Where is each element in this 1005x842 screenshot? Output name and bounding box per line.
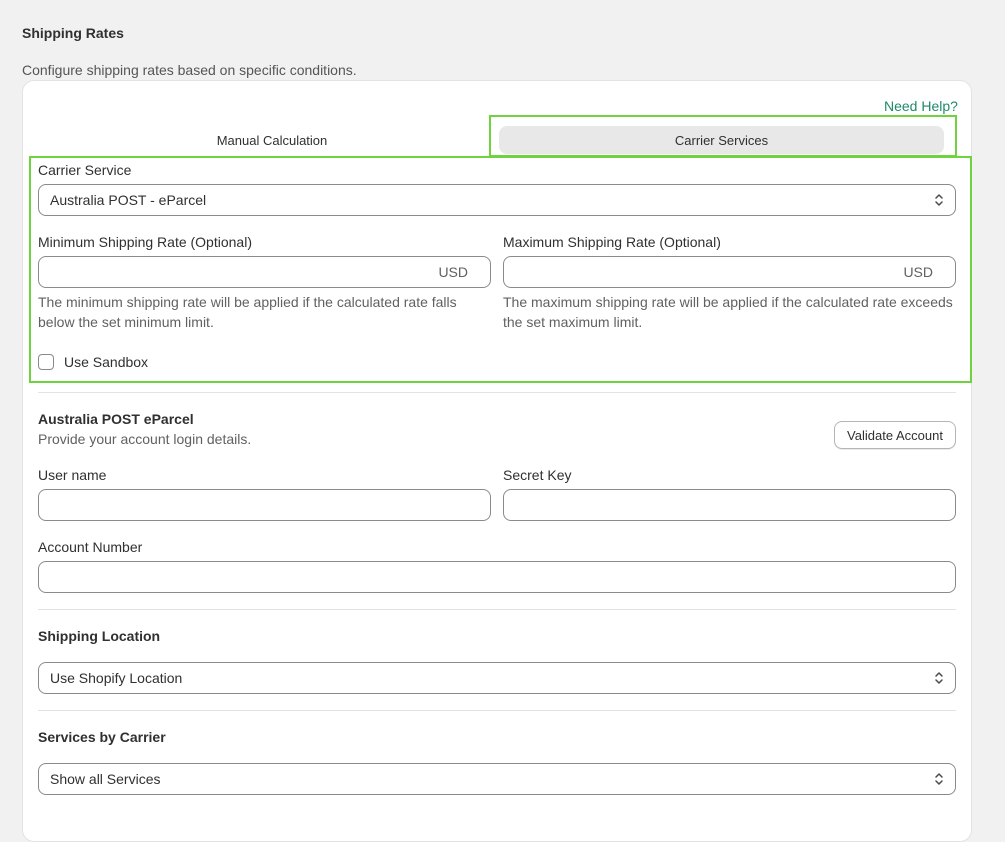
max-rate-input[interactable]: [516, 258, 898, 286]
max-rate-label: Maximum Shipping Rate (Optional): [503, 234, 721, 250]
min-rate-currency: USD: [438, 264, 468, 280]
chevron-up-down-icon: [935, 773, 943, 785]
username-label: User name: [38, 467, 107, 483]
validate-account-button[interactable]: Validate Account: [834, 421, 956, 449]
secret-key-input[interactable]: [516, 491, 943, 519]
max-rate-help: The maximum shipping rate will be applie…: [503, 294, 953, 330]
carrier-service-value: Australia POST - eParcel: [50, 192, 207, 208]
max-rate-field: USD: [503, 256, 956, 288]
page-title: Shipping Rates: [22, 25, 124, 41]
chevron-up-down-icon: [935, 672, 943, 684]
services-by-carrier-value: Show all Services: [50, 771, 161, 787]
min-rate-field: USD: [38, 256, 491, 288]
min-rate-input[interactable]: [51, 258, 433, 286]
secret-key-label: Secret Key: [503, 467, 572, 483]
username-input[interactable]: [51, 491, 478, 519]
tab-carrier-services[interactable]: Carrier Services: [499, 126, 944, 154]
secret-key-field: [503, 489, 956, 521]
account-number-input[interactable]: [51, 563, 943, 591]
account-section-subtitle: Provide your account login details.: [38, 431, 252, 447]
shipping-location-title: Shipping Location: [38, 628, 161, 644]
use-sandbox-checkbox[interactable]: [38, 354, 54, 370]
account-number-label: Account Number: [38, 539, 143, 555]
need-help-link[interactable]: Need Help?: [884, 98, 958, 114]
min-rate-help: The minimum shipping rate will be applie…: [38, 294, 457, 330]
carrier-service-label: Carrier Service: [38, 162, 132, 178]
shipping-location-value: Use Shopify Location: [50, 670, 183, 686]
username-field: [38, 489, 491, 521]
page-description: Configure shipping rates based on specif…: [22, 62, 357, 78]
services-by-carrier-select[interactable]: Show all Services: [38, 763, 956, 795]
max-rate-currency: USD: [903, 264, 933, 280]
tab-manual-calculation[interactable]: Manual Calculation: [38, 126, 506, 154]
chevron-up-down-icon: [935, 194, 943, 206]
divider: [38, 609, 956, 610]
divider: [38, 392, 956, 393]
use-sandbox-label[interactable]: Use Sandbox: [64, 354, 148, 370]
carrier-service-select[interactable]: Australia POST - eParcel: [38, 184, 956, 216]
account-number-field: [38, 561, 956, 593]
min-rate-label: Minimum Shipping Rate (Optional): [38, 234, 252, 250]
shipping-location-select[interactable]: Use Shopify Location: [38, 662, 956, 694]
account-section-title: Australia POST eParcel: [38, 411, 194, 427]
divider: [38, 710, 956, 711]
services-by-carrier-title: Services by Carrier: [38, 729, 166, 745]
